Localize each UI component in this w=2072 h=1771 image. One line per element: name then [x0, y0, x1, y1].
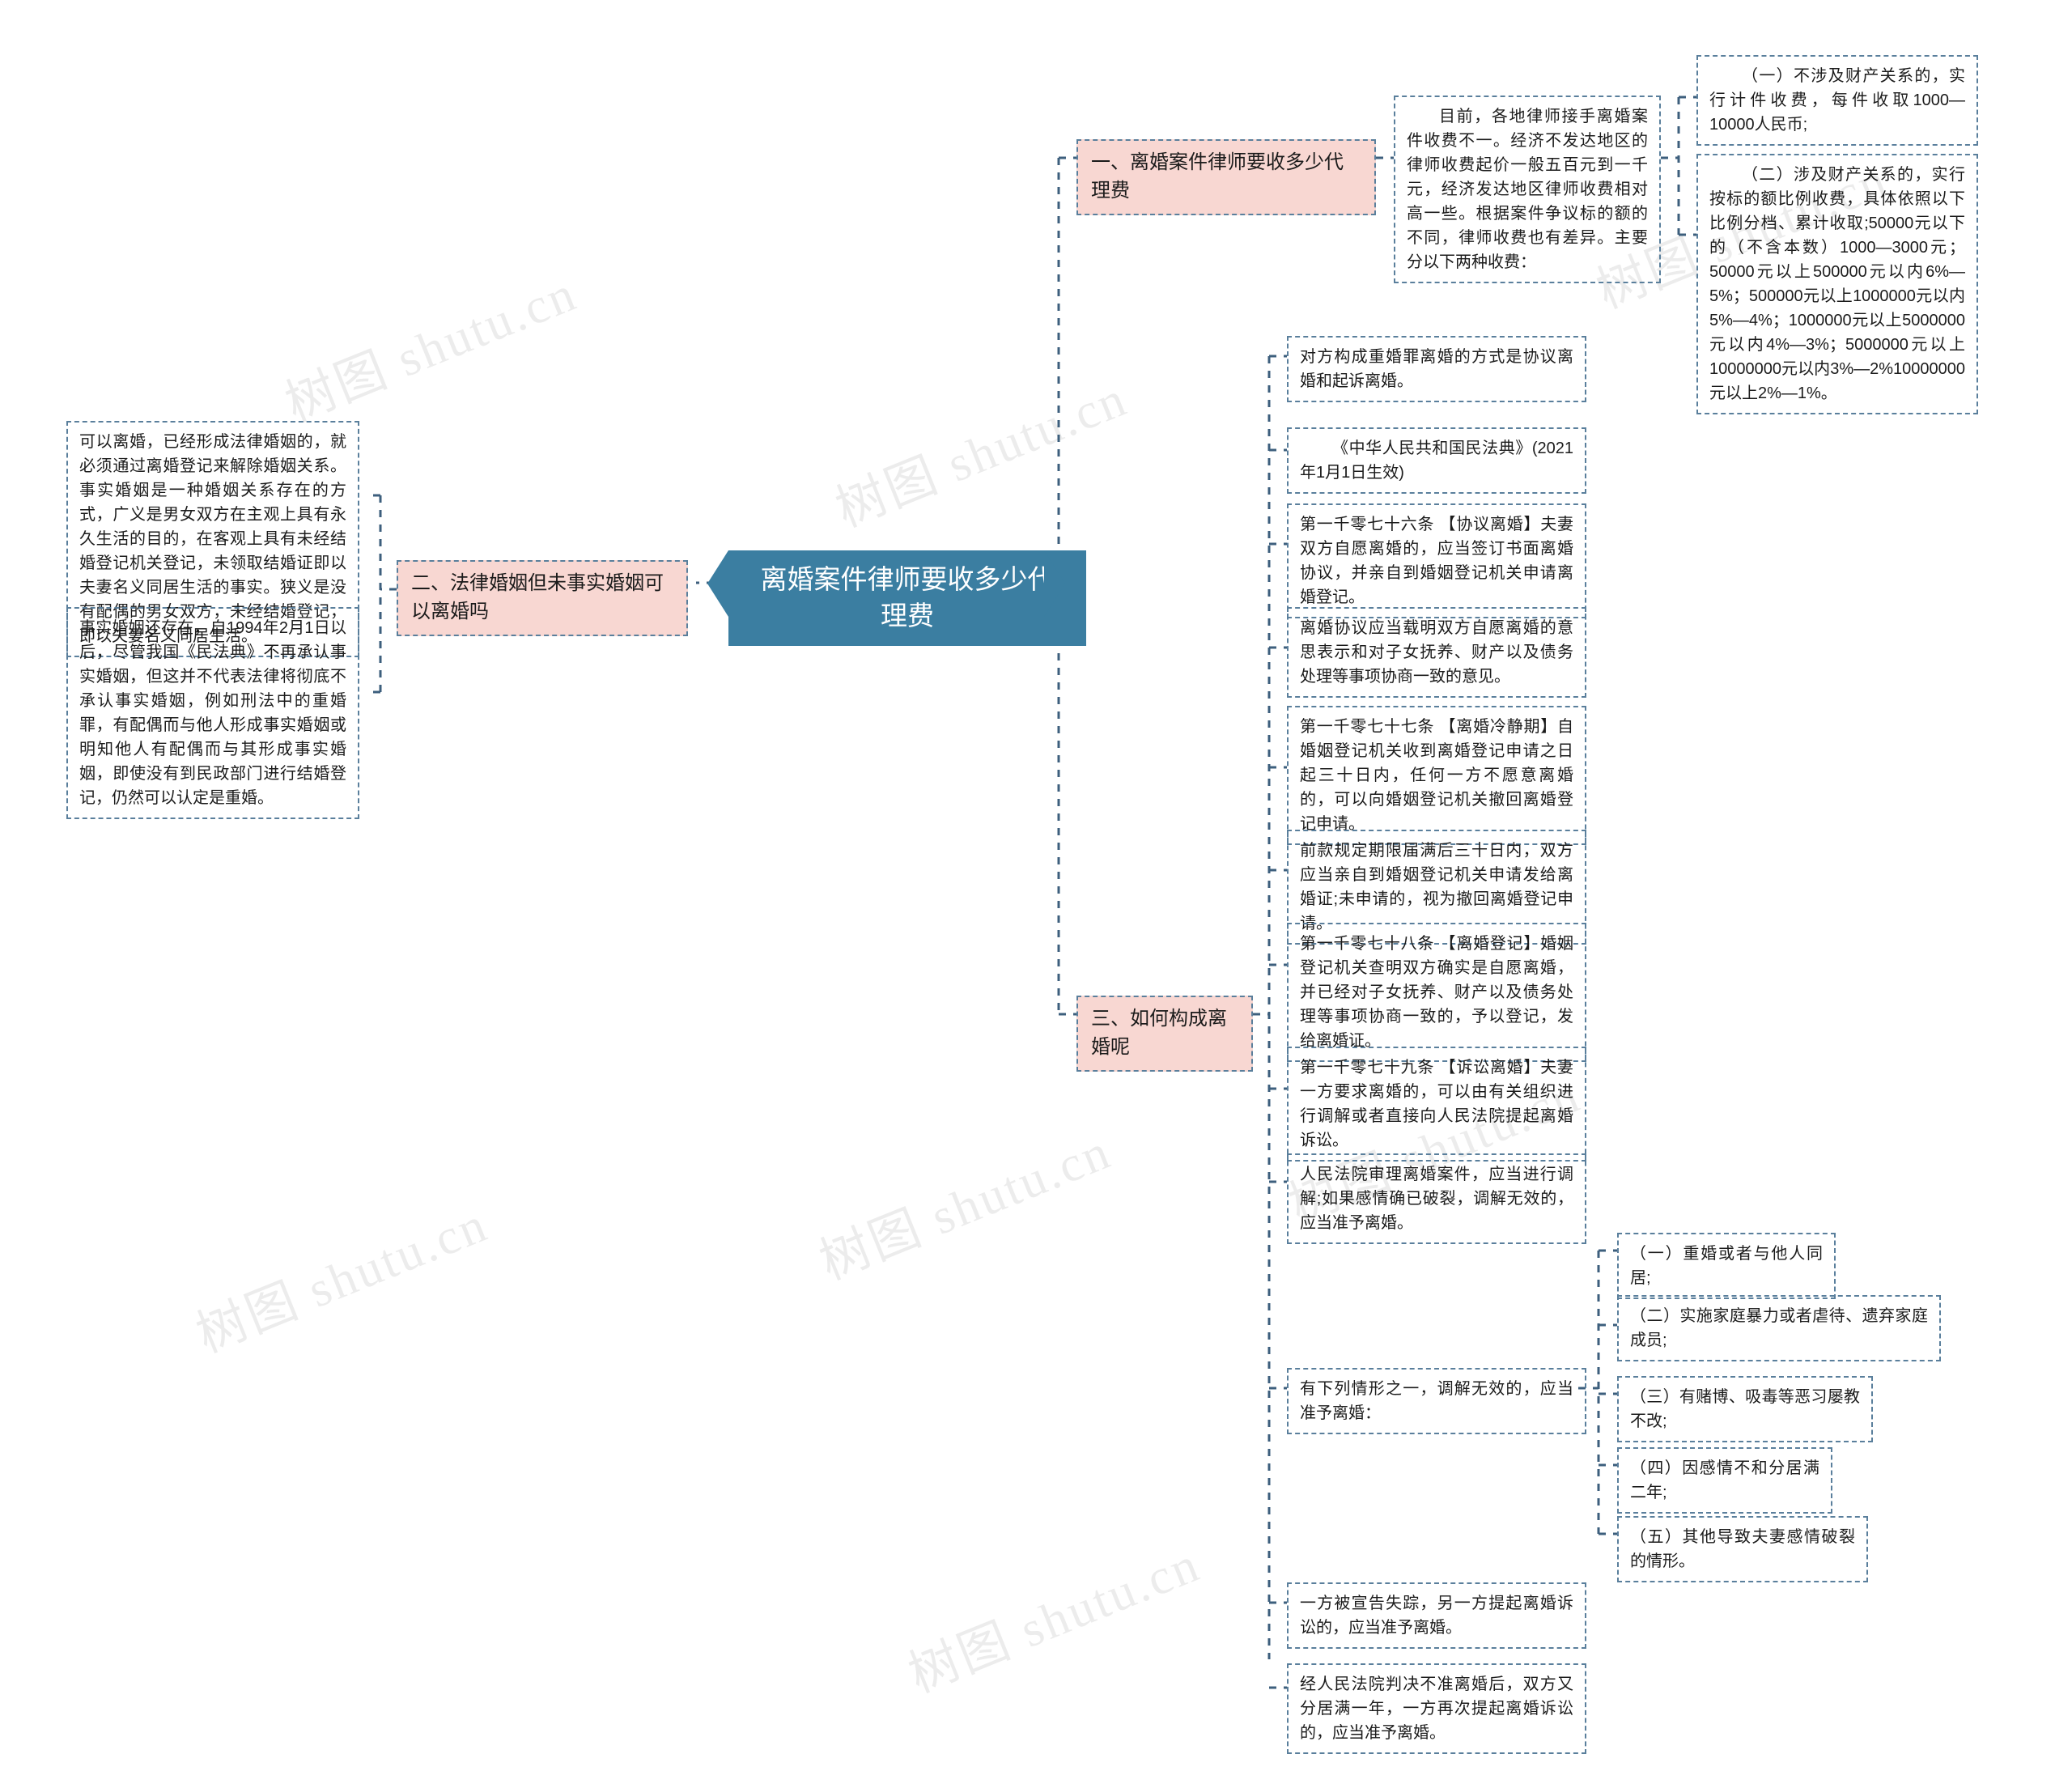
leaf-b3-item-12[interactable]: 经人民法院判决不准离婚后，双方又分居满一年，一方再次提起离婚诉讼的，应当准予离婚… [1287, 1663, 1586, 1754]
leaf-b3-sub-2-text: （二）实施家庭暴力或者虐待、遗弃家庭成员; [1630, 1307, 1928, 1349]
leaf-b3-item-7-text: 第一千零七十八条 【离婚登记】婚姻登记机关查明双方确实是自愿离婚，并已经对子女抚… [1300, 935, 1573, 1050]
leaf-b3-item-7[interactable]: 第一千零七十八条 【离婚登记】婚姻登记机关查明双方确实是自愿离婚，并已经对子女抚… [1287, 923, 1586, 1062]
leaf-b3-item-6-text: 前款规定期限届满后三十日内，双方应当亲自到婚姻登记机关申请发给离婚证;未申请的，… [1300, 842, 1573, 932]
topic-branch-3-label: 三、如何构成离婚呢 [1091, 1008, 1227, 1058]
leaf-b3-sub-5[interactable]: （五）其他导致夫妻感情破裂的情形。 [1617, 1516, 1868, 1582]
leaf-b3-item-12-text: 经人民法院判决不准离婚后，双方又分居满一年，一方再次提起离婚诉讼的，应当准予离婚… [1300, 1675, 1573, 1742]
leaf-b3-item-10-text: 有下列情形之一，调解无效的，应当准予离婚： [1300, 1380, 1573, 1422]
watermark: 树图 shutu.cn [901, 1536, 1208, 1704]
leaf-b3-sub-3[interactable]: （三）有赌博、吸毒等恶习屡教不改; [1617, 1376, 1873, 1442]
leaf-b3-sub-5-text: （五）其他导致夫妻感情破裂的情形。 [1630, 1528, 1855, 1570]
leaf-b3-sub-4[interactable]: （四）因感情不和分居满二年; [1617, 1447, 1832, 1514]
leaf-b3-sub-1[interactable]: （一）重婚或者与他人同居; [1617, 1233, 1836, 1299]
leaf-b3-item-2[interactable]: 《中华人民共和国民法典》(2021年1月1日生效) [1287, 427, 1586, 494]
leaf-b3-item-10[interactable]: 有下列情形之一，调解无效的，应当准予离婚： [1287, 1368, 1586, 1434]
leaf-b3-sub-3-text: （三）有赌博、吸毒等恶习屡教不改; [1630, 1388, 1860, 1430]
leaf-b3-item-5[interactable]: 第一千零七十七条 【离婚冷静期】自婚姻登记机关收到离婚登记申请之日起三十日内，任… [1287, 706, 1586, 845]
leaf-b1-intro-text: 目前，各地律师接手离婚案件收费不一。经济不发达地区的律师收费起价一般五百元到一千… [1407, 108, 1648, 271]
root-node[interactable]: 离婚案件律师要收多少代理费 [707, 550, 1086, 646]
leaf-b3-item-11-text: 一方被宣告失踪，另一方提起离婚诉讼的，应当准予离婚。 [1300, 1595, 1573, 1637]
watermark: 树图 shutu.cn [828, 371, 1136, 538]
leaf-b1-item-1-text: （一）不涉及财产关系的，实行计件收费，每件收取1000—10000人民币; [1709, 67, 1965, 134]
leaf-b3-item-4-text: 离婚协议应当载明双方自愿离婚的意思表示和对子女抚养、财产以及债务处理等事项协商一… [1300, 619, 1573, 686]
root-label: 离婚案件律师要收多少代理费 [728, 550, 1086, 646]
leaf-b3-item-9-text: 人民法院审理离婚案件，应当进行调解;如果感情确已破裂，调解无效的，应当准予离婚。 [1300, 1166, 1573, 1232]
mindmap-canvas: 树图 shutu.cn 树图 shutu.cn 树图 shutu.cn 树图 s… [0, 0, 2072, 1771]
topic-branch-1-label: 一、离婚案件律师要收多少代理费 [1091, 151, 1344, 202]
leaf-b3-sub-1-text: （一）重婚或者与他人同居; [1630, 1245, 1823, 1287]
topic-branch-1[interactable]: 一、离婚案件律师要收多少代理费 [1076, 139, 1376, 215]
leaf-b3-item-2-text: 《中华人民共和国民法典》(2021年1月1日生效) [1300, 440, 1573, 482]
topic-branch-2[interactable]: 二、法律婚姻但未事实婚姻可以离婚吗 [397, 560, 688, 636]
leaf-b3-sub-2[interactable]: （二）实施家庭暴力或者虐待、遗弃家庭成员; [1617, 1295, 1941, 1361]
leaf-b3-item-11[interactable]: 一方被宣告失踪，另一方提起离婚诉讼的，应当准予离婚。 [1287, 1582, 1586, 1649]
leaf-b3-item-4[interactable]: 离婚协议应当载明双方自愿离婚的意思表示和对子女抚养、财产以及债务处理等事项协商一… [1287, 607, 1586, 698]
leaf-b3-sub-4-text: （四）因感情不和分居满二年; [1630, 1459, 1819, 1501]
leaf-b1-item-1[interactable]: （一）不涉及财产关系的，实行计件收费，每件收取1000—10000人民币; [1696, 55, 1978, 146]
root-left-arrow [707, 550, 728, 617]
leaf-b3-item-8-text: 第一千零七十九条 【诉讼离婚】夫妻一方要求离婚的，可以由有关组织进行调解或者直接… [1300, 1059, 1573, 1149]
leaf-b3-item-3[interactable]: 第一千零七十六条 【协议离婚】夫妻双方自愿离婚的，应当签订书面离婚协议，并亲自到… [1287, 503, 1586, 618]
leaf-b2-item-2[interactable]: 事实婚姻还存在，自1994年2月1日以后，尽管我国《民法典》不再承认事实婚姻，但… [66, 607, 359, 819]
leaf-b1-item-2[interactable]: （二）涉及财产关系的，实行按标的额比例收费，具体依照以下比例分档、累计收取;50… [1696, 154, 1978, 414]
leaf-b1-item-2-text: （二）涉及财产关系的，实行按标的额比例收费，具体依照以下比例分档、累计收取;50… [1709, 166, 1965, 402]
leaf-b3-item-5-text: 第一千零七十七条 【离婚冷静期】自婚姻登记机关收到离婚登记申请之日起三十日内，任… [1300, 718, 1573, 833]
watermark: 树图 shutu.cn [278, 265, 585, 433]
leaf-b3-item-1-text: 对方构成重婚罪离婚的方式是协议离婚和起诉离婚。 [1300, 348, 1573, 390]
leaf-b3-item-3-text: 第一千零七十六条 【协议离婚】夫妻双方自愿离婚的，应当签订书面离婚协议，并亲自到… [1300, 516, 1573, 606]
leaf-b3-item-8[interactable]: 第一千零七十九条 【诉讼离婚】夫妻一方要求离婚的，可以由有关组织进行调解或者直接… [1287, 1047, 1586, 1162]
topic-branch-3[interactable]: 三、如何构成离婚呢 [1076, 996, 1253, 1072]
leaf-b3-item-1[interactable]: 对方构成重婚罪离婚的方式是协议离婚和起诉离婚。 [1287, 336, 1586, 402]
leaf-b2-item-2-text: 事实婚姻还存在，自1994年2月1日以后，尽管我国《民法典》不再承认事实婚姻，但… [79, 619, 346, 807]
leaf-b1-intro[interactable]: 目前，各地律师接手离婚案件收费不一。经济不发达地区的律师收费起价一般五百元到一千… [1394, 96, 1661, 283]
topic-branch-2-label: 二、法律婚姻但未事实婚姻可以离婚吗 [411, 572, 664, 622]
watermark: 树图 shutu.cn [812, 1123, 1119, 1291]
watermark: 树图 shutu.cn [189, 1196, 496, 1364]
leaf-b3-item-9[interactable]: 人民法院审理离婚案件，应当进行调解;如果感情确已破裂，调解无效的，应当准予离婚。 [1287, 1153, 1586, 1244]
